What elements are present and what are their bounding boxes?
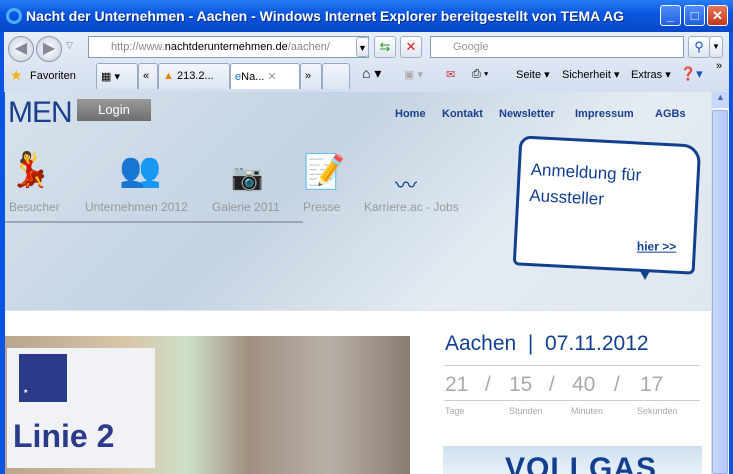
tab-label: 213.2... — [177, 70, 214, 82]
favorites-star-icon: ★ — [10, 67, 23, 84]
career-chart-icon[interactable]: 〰 — [395, 168, 417, 200]
mail-icon[interactable]: ✉ — [446, 68, 455, 81]
history-dropdown-icon[interactable]: ▽ — [66, 40, 73, 51]
minimize-button[interactable]: _ — [660, 5, 681, 26]
tab-213[interactable]: ▲ 213.2... — [158, 63, 230, 89]
favorites-button[interactable]: Favoriten — [30, 70, 76, 82]
scroll-up-button[interactable]: ▲ — [712, 92, 729, 108]
menu-presse[interactable]: Presse — [303, 200, 340, 214]
nav-newsletter[interactable]: Newsletter — [499, 108, 555, 120]
print-icon[interactable]: ⎙ ▾ — [472, 68, 488, 81]
url-domain: nachtderunternehmen.de — [165, 41, 288, 53]
label-days: Tage — [445, 406, 465, 416]
companies-icon[interactable]: 👥 — [119, 150, 161, 190]
bubble-line1: Anmeldung für — [530, 160, 641, 185]
extras-menu-label: Extras — [631, 69, 662, 81]
tab-close-icon[interactable]: ✕ — [267, 71, 276, 83]
close-button[interactable]: ✕ — [707, 5, 728, 26]
help-icon[interactable]: ❓▾ — [680, 66, 703, 82]
back-button[interactable]: ◀ — [8, 36, 34, 62]
visitors-icon[interactable]: 💃 — [9, 150, 51, 190]
press-icon[interactable]: 📝 — [303, 152, 345, 192]
web-page: MEN Login Home Kontakt Newsletter Impres… — [5, 92, 711, 474]
exhibitor-signup-bubble[interactable]: Anmeldung fürAussteller hier >> — [513, 135, 702, 274]
feeds-icon[interactable]: ▣ ▾ — [404, 68, 423, 81]
security-menu[interactable]: Sicherheit ▾ — [562, 68, 620, 81]
tabs-left-button[interactable]: « — [138, 63, 158, 89]
security-menu-label: Sicherheit — [562, 69, 611, 81]
countdown-days: 21 — [445, 373, 468, 397]
site-logo[interactable]: MEN — [8, 96, 72, 130]
bubble-line2: Aussteller — [529, 186, 605, 209]
page-menu[interactable]: Seite ▾ — [516, 68, 550, 81]
url-path: /aachen/ — [288, 41, 330, 53]
hero-photo: ★ Linie 2 — [5, 336, 410, 474]
countdown-sep: / — [549, 373, 555, 397]
menu-karriere[interactable]: Karriere.ac - Jobs — [364, 200, 459, 214]
page-menu-label: Seite — [516, 69, 541, 81]
label-minutes: Minuten — [571, 406, 603, 416]
nav-home[interactable]: Home — [395, 108, 426, 120]
divider — [444, 365, 700, 366]
event-city: Aachen — [445, 332, 516, 355]
vollgas-banner[interactable]: VOLLGAS — [443, 446, 702, 474]
url-prefix: http://www. — [111, 41, 165, 53]
search-placeholder: Google — [453, 41, 488, 53]
event-heading: Aachen | 07.11.2012 — [445, 332, 649, 356]
search-input[interactable]: Google — [430, 36, 684, 58]
home-icon[interactable]: ⌂ ▾ — [362, 65, 381, 82]
address-dropdown-icon[interactable]: ▼ — [356, 37, 369, 57]
maximize-button[interactable]: □ — [684, 5, 705, 26]
sign-logo: ★ — [19, 354, 67, 402]
event-sep: | — [528, 332, 533, 355]
login-button[interactable]: Login — [77, 99, 151, 121]
countdown-seconds: 17 — [640, 373, 663, 397]
bubble-link[interactable]: hier >> — [637, 240, 676, 254]
sign-text: Linie 2 — [13, 418, 114, 455]
banner-text: VOLLGAS — [505, 452, 657, 474]
stop-button[interactable]: ✕ — [400, 36, 422, 58]
ie-logo-icon — [6, 8, 22, 24]
menu-unternehmen[interactable]: Unternehmen 2012 — [85, 200, 188, 214]
tab-label: Na... — [241, 71, 264, 83]
nav-impressum[interactable]: Impressum — [575, 108, 634, 120]
search-options-icon[interactable]: ▼ — [709, 36, 723, 58]
menu-galerie[interactable]: Galerie 2011 — [212, 200, 280, 214]
title-bar: Nacht der Unternehmen - Aachen - Windows… — [0, 0, 733, 32]
search-button[interactable]: ⚲ — [688, 36, 710, 58]
linie-sign: ★ Linie 2 — [7, 348, 155, 468]
countdown-hours: 15 — [509, 373, 532, 397]
new-tab-button[interactable] — [322, 63, 350, 89]
menu-besucher[interactable]: Besucher — [9, 200, 60, 214]
forward-button[interactable]: ▶ — [36, 36, 62, 62]
label-seconds: Sekunden — [637, 406, 678, 416]
camera-icon[interactable]: 📷 — [231, 162, 263, 193]
toolbar-overflow-icon[interactable]: » — [716, 60, 722, 72]
nav-agbs[interactable]: AGBs — [655, 108, 686, 120]
nav-kontakt[interactable]: Kontakt — [442, 108, 483, 120]
countdown-sep: / — [485, 373, 491, 397]
extras-menu[interactable]: Extras ▾ — [631, 68, 671, 81]
menu-underline — [5, 221, 303, 223]
countdown-sep: / — [614, 373, 620, 397]
label-hours: Stunden — [509, 406, 543, 416]
scrollbar-thumb[interactable] — [712, 110, 728, 474]
refresh-button[interactable]: ⇆ — [374, 36, 396, 58]
countdown-minutes: 40 — [572, 373, 595, 397]
tab-nacht[interactable]: eNa... ✕ — [230, 63, 300, 89]
bubble-heading: Anmeldung fürAussteller — [529, 157, 642, 215]
event-date: 07.11.2012 — [545, 332, 649, 355]
site-header: MEN Login Home Kontakt Newsletter Impres… — [5, 92, 711, 310]
address-bar[interactable]: http://www.nachtderunternehmen.de/aachen… — [88, 36, 369, 58]
tabs-right-button[interactable]: » — [300, 63, 322, 89]
quick-tabs-button[interactable]: ▦ ▾ — [96, 63, 138, 89]
event-panel: Aachen | 07.11.2012 21 / 15 / 40 / 17 Ta… — [430, 318, 702, 474]
window-title: Nacht der Unternehmen - Aachen - Windows… — [26, 8, 624, 24]
divider — [444, 400, 700, 401]
browser-toolbar: ◀ ▶ ▽ http://www.nachtderunternehmen.de/… — [4, 32, 729, 92]
